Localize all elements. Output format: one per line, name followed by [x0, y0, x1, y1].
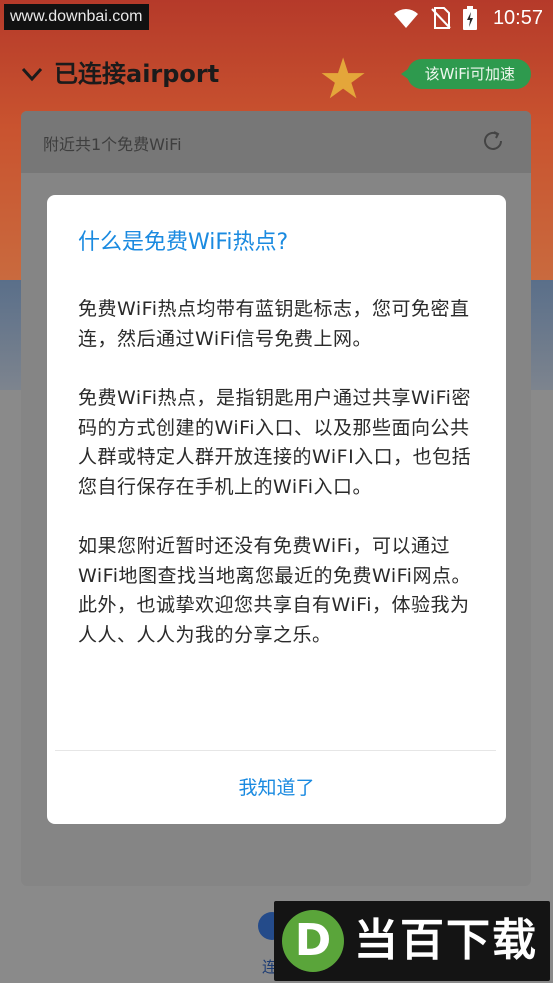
free-wifi-info-dialog: 什么是免费WiFi热点? 免费WiFi热点均带有蓝钥匙标志，您可免密直连，然后通… — [47, 195, 506, 824]
dialog-paragraph: 免费WiFi热点，是指钥匙用户通过共享WiFi密码的方式创建的WiFi入口、以及… — [78, 387, 472, 498]
dialog-paragraph: 如果您附近暂时还没有免费WiFi，可以通过WiFi地图查找当地离您最近的免费Wi… — [78, 535, 471, 646]
dialog-divider — [55, 750, 496, 751]
dialog-title: 什么是免费WiFi热点? — [78, 230, 289, 255]
dialog-paragraph: 免费WiFi热点均带有蓝钥匙标志，您可免密直连，然后通过WiFi信号免费上网。 — [78, 298, 470, 350]
brand-watermark: D 当百下载 — [274, 901, 550, 981]
brand-logo: D — [282, 910, 344, 972]
brand-logo-letter: D — [294, 915, 332, 966]
dialog-body: 免费WiFi热点均带有蓝钥匙标志，您可免密直连，然后通过WiFi信号免费上网。 … — [78, 295, 478, 680]
got-it-button[interactable]: 我知道了 — [47, 755, 506, 821]
brand-text: 当百下载 — [354, 915, 538, 966]
